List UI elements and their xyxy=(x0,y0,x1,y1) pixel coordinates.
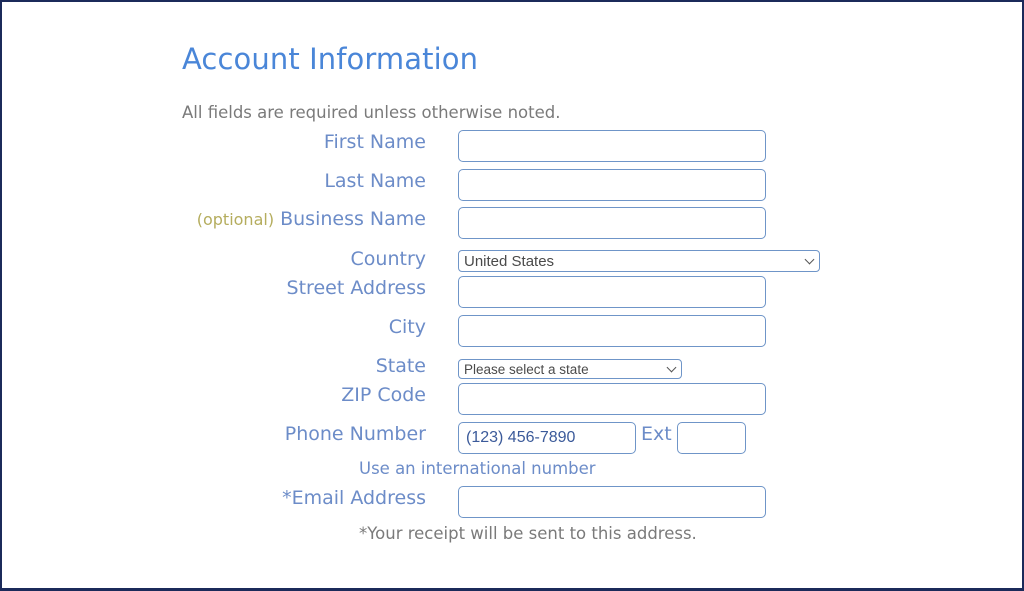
business-name-label-text: Business Name xyxy=(280,208,426,230)
first-name-label: First Name xyxy=(324,131,426,153)
chevron-down-icon xyxy=(666,362,677,373)
phone-label-text: Phone Number xyxy=(284,423,426,445)
zip-input[interactable] xyxy=(458,383,766,415)
page-title: Account Information xyxy=(182,42,479,76)
business-name-input[interactable] xyxy=(458,207,766,239)
phone-input[interactable] xyxy=(458,422,636,454)
state-selected-value: Please select a state xyxy=(464,361,589,377)
first-name-label-text: First Name xyxy=(323,131,426,153)
required-fields-note: All fields are required unless otherwise… xyxy=(182,103,561,122)
business-name-label: (optional) Business Name xyxy=(197,208,426,230)
last-name-label: Last Name xyxy=(324,170,426,192)
last-name-input[interactable] xyxy=(458,169,766,201)
street-address-input[interactable] xyxy=(458,276,766,308)
receipt-note: *Your receipt will be sent to this addre… xyxy=(359,524,697,543)
zip-label: ZIP Code xyxy=(341,384,426,406)
ext-label-text: Ext xyxy=(641,423,672,445)
email-input[interactable] xyxy=(458,486,766,518)
email-label: *Email Address xyxy=(282,487,426,509)
street-address-label: Street Address xyxy=(287,277,426,299)
optional-tag: (optional) xyxy=(196,210,275,229)
zip-label-text: ZIP Code xyxy=(341,384,426,406)
country-select[interactable]: United States xyxy=(458,250,820,272)
state-label: State xyxy=(376,355,426,377)
state-select[interactable]: Please select a state xyxy=(458,359,682,379)
street-address-label-text: Street Address xyxy=(286,277,426,299)
country-label-text: Country xyxy=(350,248,426,270)
account-information-panel: Account Information All fields are requi… xyxy=(0,0,1024,591)
ext-label: Ext xyxy=(641,423,672,445)
international-number-link[interactable]: Use an international number xyxy=(359,459,596,478)
phone-label: Phone Number xyxy=(285,423,426,445)
city-label-text: City xyxy=(388,316,426,338)
last-name-label-text: Last Name xyxy=(324,170,426,192)
city-input[interactable] xyxy=(458,315,766,347)
state-label-text: State xyxy=(375,355,426,377)
phone-ext-input[interactable] xyxy=(677,422,746,454)
chevron-down-icon xyxy=(804,254,815,265)
city-label: City xyxy=(389,316,426,338)
email-label-text: *Email Address xyxy=(282,487,426,509)
country-selected-value: United States xyxy=(464,252,555,270)
first-name-input[interactable] xyxy=(458,130,766,162)
country-label: Country xyxy=(351,248,426,270)
